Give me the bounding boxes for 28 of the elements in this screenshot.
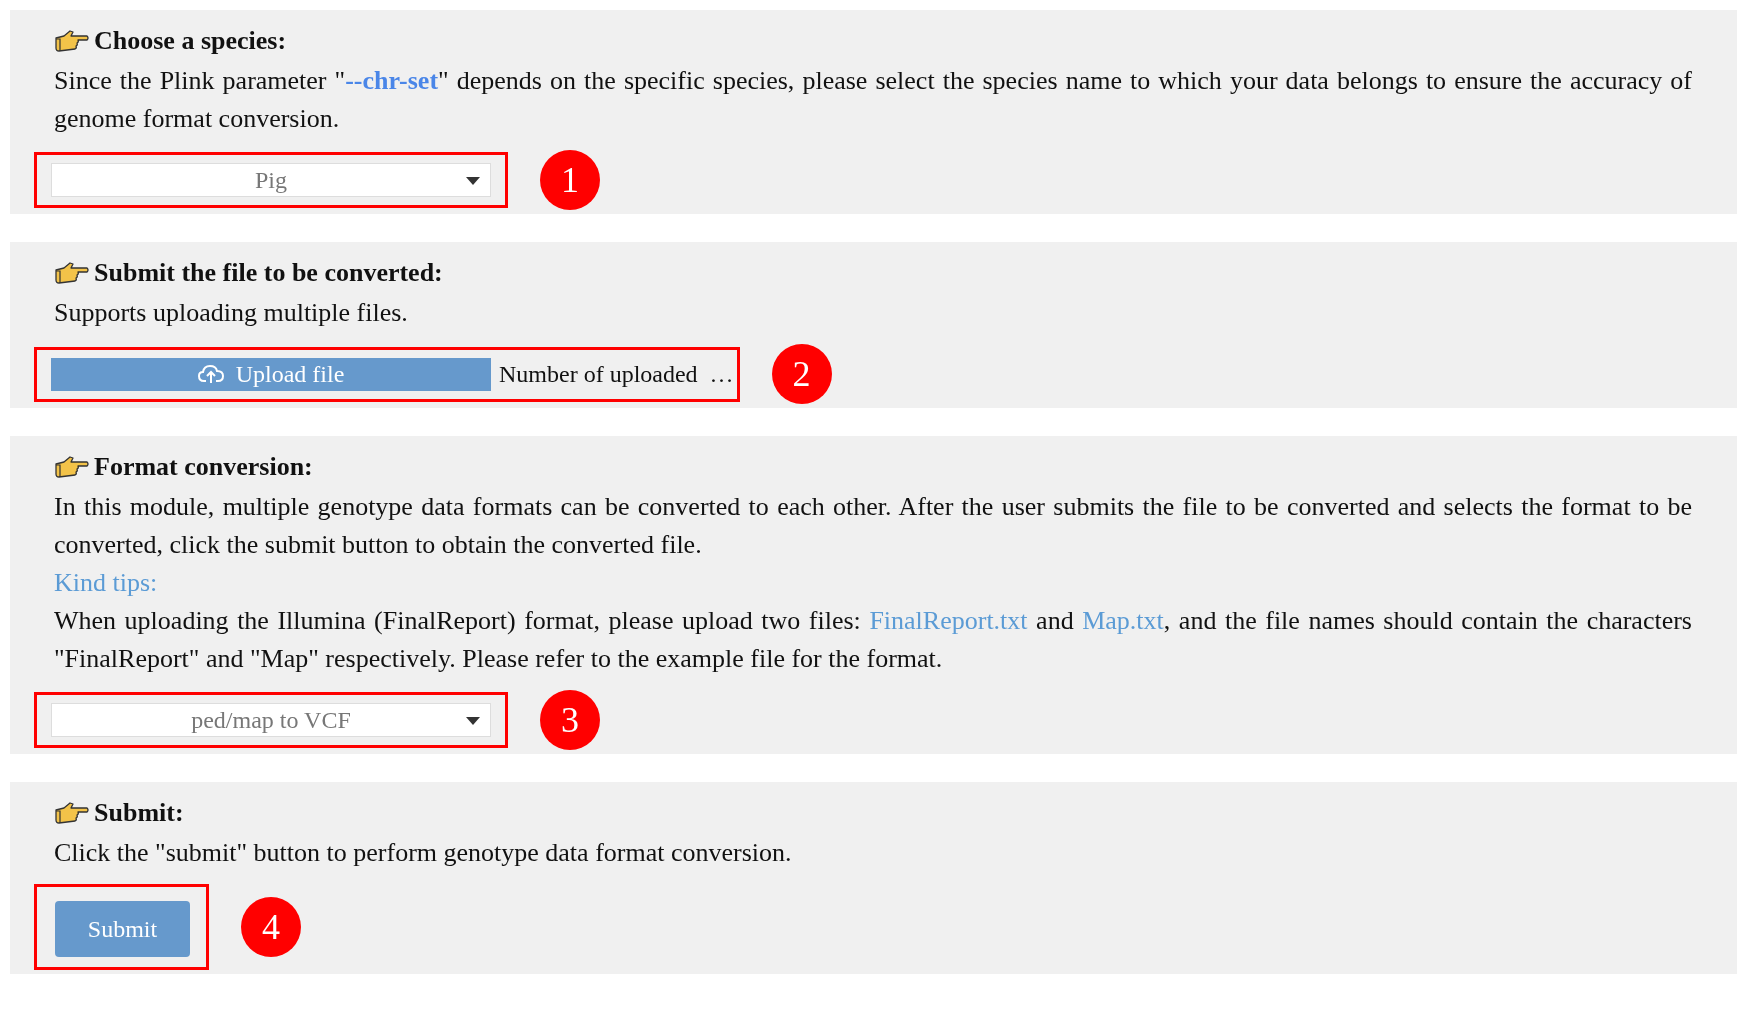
pointing-hand-icon (54, 28, 90, 54)
description-text: Supports uploading multiple files. (54, 297, 409, 329)
pointing-hand-icon (54, 800, 90, 826)
pointing-hand-icon (54, 260, 90, 286)
dropdown[interactable]: Pig (51, 163, 491, 197)
section-title: Format conversion: (94, 452, 313, 482)
upload-button[interactable]: Upload file (51, 357, 491, 391)
caret-icon (466, 177, 480, 185)
step-number-badge: 1 (540, 150, 600, 210)
submit-button[interactable]: Submit (55, 901, 190, 957)
description-text: Since the Plink parameter "--chr-set" depends on the specific species, please select the species name to which your data belongs to ensure the accuracy of genome format conversion. (54, 65, 1692, 135)
caret-icon (466, 717, 480, 725)
file-link[interactable]: Map.txt (1082, 606, 1164, 635)
pointing-hand-icon (54, 454, 90, 480)
description-text: Click the "submit" button to perform genotype data format conversion. (54, 837, 793, 869)
section-title: Submit: (94, 798, 184, 828)
step-number-badge: 4 (241, 897, 301, 957)
file-link[interactable]: FinalReport.txt (869, 606, 1028, 635)
description-text: When uploading the Illumina (FinalReport) format, please upload two files: FinalReport.txt and Map.txt, and the file names should contain the characters "FinalReport" and "Map" respectively. Please refer to the example file for the format. (54, 605, 1692, 675)
tips-heading: Kind tips: (54, 567, 159, 599)
step-number-badge: 2 (771, 344, 832, 404)
dropdown[interactable]: ped/map to VCF (51, 703, 491, 737)
description-text: In this module, multiple genotype data formats can be converted to each other. After the user submits the file to be converted and selects the format to be converted, click the submit button to obtain the converted file. (54, 491, 1692, 561)
section-title: Submit the file to be converted: (94, 258, 443, 288)
section-title: Choose a species: (94, 26, 287, 56)
upload-count-text: Number of uploaded … (499, 360, 734, 388)
cloud-upload-icon (197, 364, 224, 384)
step-number-badge: 3 (540, 690, 600, 750)
